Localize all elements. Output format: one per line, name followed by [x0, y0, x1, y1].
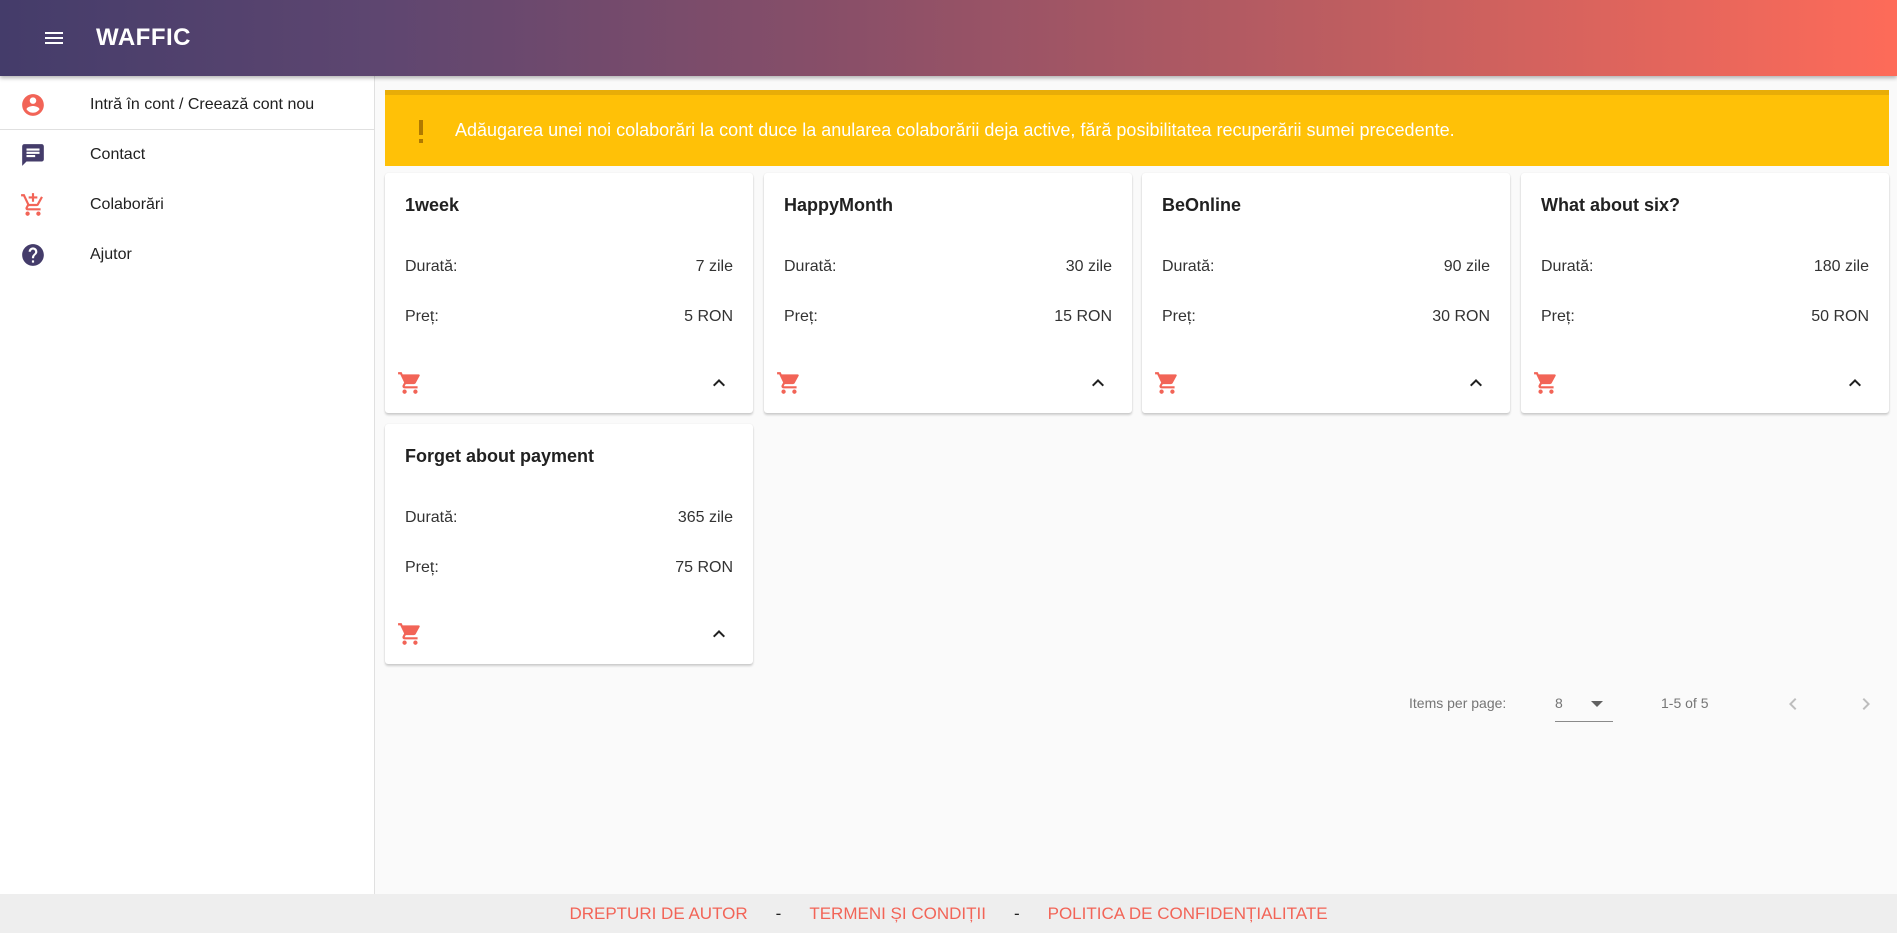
sidebar-nav: Intră în cont / Creează cont nou Contact… [0, 76, 375, 894]
add-shopping-cart-icon [20, 192, 46, 218]
menu-icon[interactable] [38, 22, 70, 54]
sidebar-item-label: Intră în cont / Creează cont nou [90, 95, 315, 113]
cart-icon[interactable] [395, 619, 425, 649]
page-range-label: 1-5 of 5 [1661, 695, 1709, 711]
price-value: 50 RON [1811, 308, 1869, 325]
sidebar-item-label: Ajutor [90, 246, 132, 263]
duration-value: 7 zile [695, 258, 733, 275]
offer-card: Forget about payment Durată: 365 zile Pr… [385, 424, 753, 664]
price-label: Preț: [1541, 308, 1575, 325]
dropdown-arrow-icon [1591, 701, 1603, 707]
duration-label: Durată: [405, 258, 458, 275]
footer: DREPTURI DE AUTOR - TERMENI ȘI CONDIȚII … [0, 894, 1897, 933]
offer-title: What about six? [1541, 195, 1680, 215]
price-value: 5 RON [684, 308, 733, 325]
offer-card: What about six? Durată: 180 zile Preț: 5… [1521, 173, 1889, 413]
offers-grid: 1week Durată: 7 zile Preț: 5 RON HappyMo… [385, 173, 1889, 673]
chevron-up-icon[interactable] [1843, 371, 1867, 395]
offer-title: HappyMonth [784, 195, 893, 215]
duration-value: 365 zile [677, 509, 733, 526]
price-label: Preț: [1162, 308, 1196, 325]
footer-separator: - [775, 903, 782, 923]
chat-icon [20, 142, 46, 168]
duration-label: Durată: [1541, 258, 1594, 275]
exclamation-icon [415, 119, 427, 145]
app-title: WAFFIC [96, 24, 191, 51]
price-label: Preț: [784, 308, 818, 325]
duration-label: Durată: [784, 258, 837, 275]
duration-label: Durată: [405, 509, 458, 526]
offer-title: BeOnline [1162, 195, 1242, 215]
items-per-page-select[interactable]: 8 [1555, 684, 1613, 722]
offer-card: BeOnline Durată: 90 zile Preț: 30 RON [1142, 173, 1510, 413]
duration-label: Durată: [1162, 258, 1215, 275]
price-value: 30 RON [1432, 308, 1490, 325]
cart-icon[interactable] [774, 368, 804, 398]
warning-banner: Adăugarea unei noi colaborări la cont du… [385, 90, 1889, 166]
top-app-bar: WAFFIC [0, 0, 1897, 76]
account-circle-icon [20, 92, 46, 118]
duration-value: 180 zile [1813, 258, 1869, 275]
footer-link-terms[interactable]: TERMENI ȘI CONDIȚII [809, 904, 986, 924]
next-page-button[interactable] [1850, 688, 1882, 720]
cart-icon[interactable] [1152, 368, 1182, 398]
items-per-page-label: Items per page: [1409, 695, 1507, 711]
duration-value: 90 zile [1443, 258, 1490, 275]
chevron-up-icon[interactable] [1464, 371, 1488, 395]
price-label: Preț: [405, 559, 439, 576]
sidebar-item-login[interactable]: Intră în cont / Creează cont nou [0, 80, 374, 130]
footer-separator: - [1013, 903, 1020, 923]
sidebar-item-label: Contact [90, 146, 146, 163]
sidebar-item-label: Colaborări [90, 196, 164, 213]
help-icon [20, 242, 46, 268]
price-value: 15 RON [1054, 308, 1112, 325]
offer-title: Forget about payment [405, 446, 595, 466]
paginator: Items per page: 8 1-5 of 5 [385, 680, 1889, 730]
price-label: Preț: [405, 308, 439, 325]
footer-link-copyright[interactable]: DREPTURI DE AUTOR [569, 904, 747, 924]
price-value: 75 RON [675, 559, 733, 576]
previous-page-button[interactable] [1777, 688, 1809, 720]
cart-icon[interactable] [395, 368, 425, 398]
chevron-left-icon [1789, 698, 1797, 710]
cart-icon[interactable] [1531, 368, 1561, 398]
offer-card: 1week Durată: 7 zile Preț: 5 RON [385, 173, 753, 413]
duration-value: 30 zile [1065, 258, 1112, 275]
main-content: Adăugarea unei noi colaborări la cont du… [385, 90, 1889, 673]
offer-title: 1week [405, 195, 460, 215]
chevron-up-icon[interactable] [1086, 371, 1110, 395]
warning-text: Adăugarea unei noi colaborări la cont du… [455, 120, 1455, 140]
sidebar-item-contact[interactable]: Contact [0, 130, 374, 180]
chevron-up-icon[interactable] [707, 371, 731, 395]
items-per-page-value: 8 [1555, 695, 1563, 711]
sidebar-item-colaborari[interactable]: Colaborări [0, 180, 374, 230]
chevron-up-icon[interactable] [707, 622, 731, 646]
offer-card: HappyMonth Durată: 30 zile Preț: 15 RON [764, 173, 1132, 413]
chevron-right-icon [1862, 698, 1870, 710]
footer-link-privacy[interactable]: POLITICA DE CONFIDENȚIALITATE [1048, 904, 1328, 924]
sidebar-item-help[interactable]: Ajutor [0, 230, 374, 280]
